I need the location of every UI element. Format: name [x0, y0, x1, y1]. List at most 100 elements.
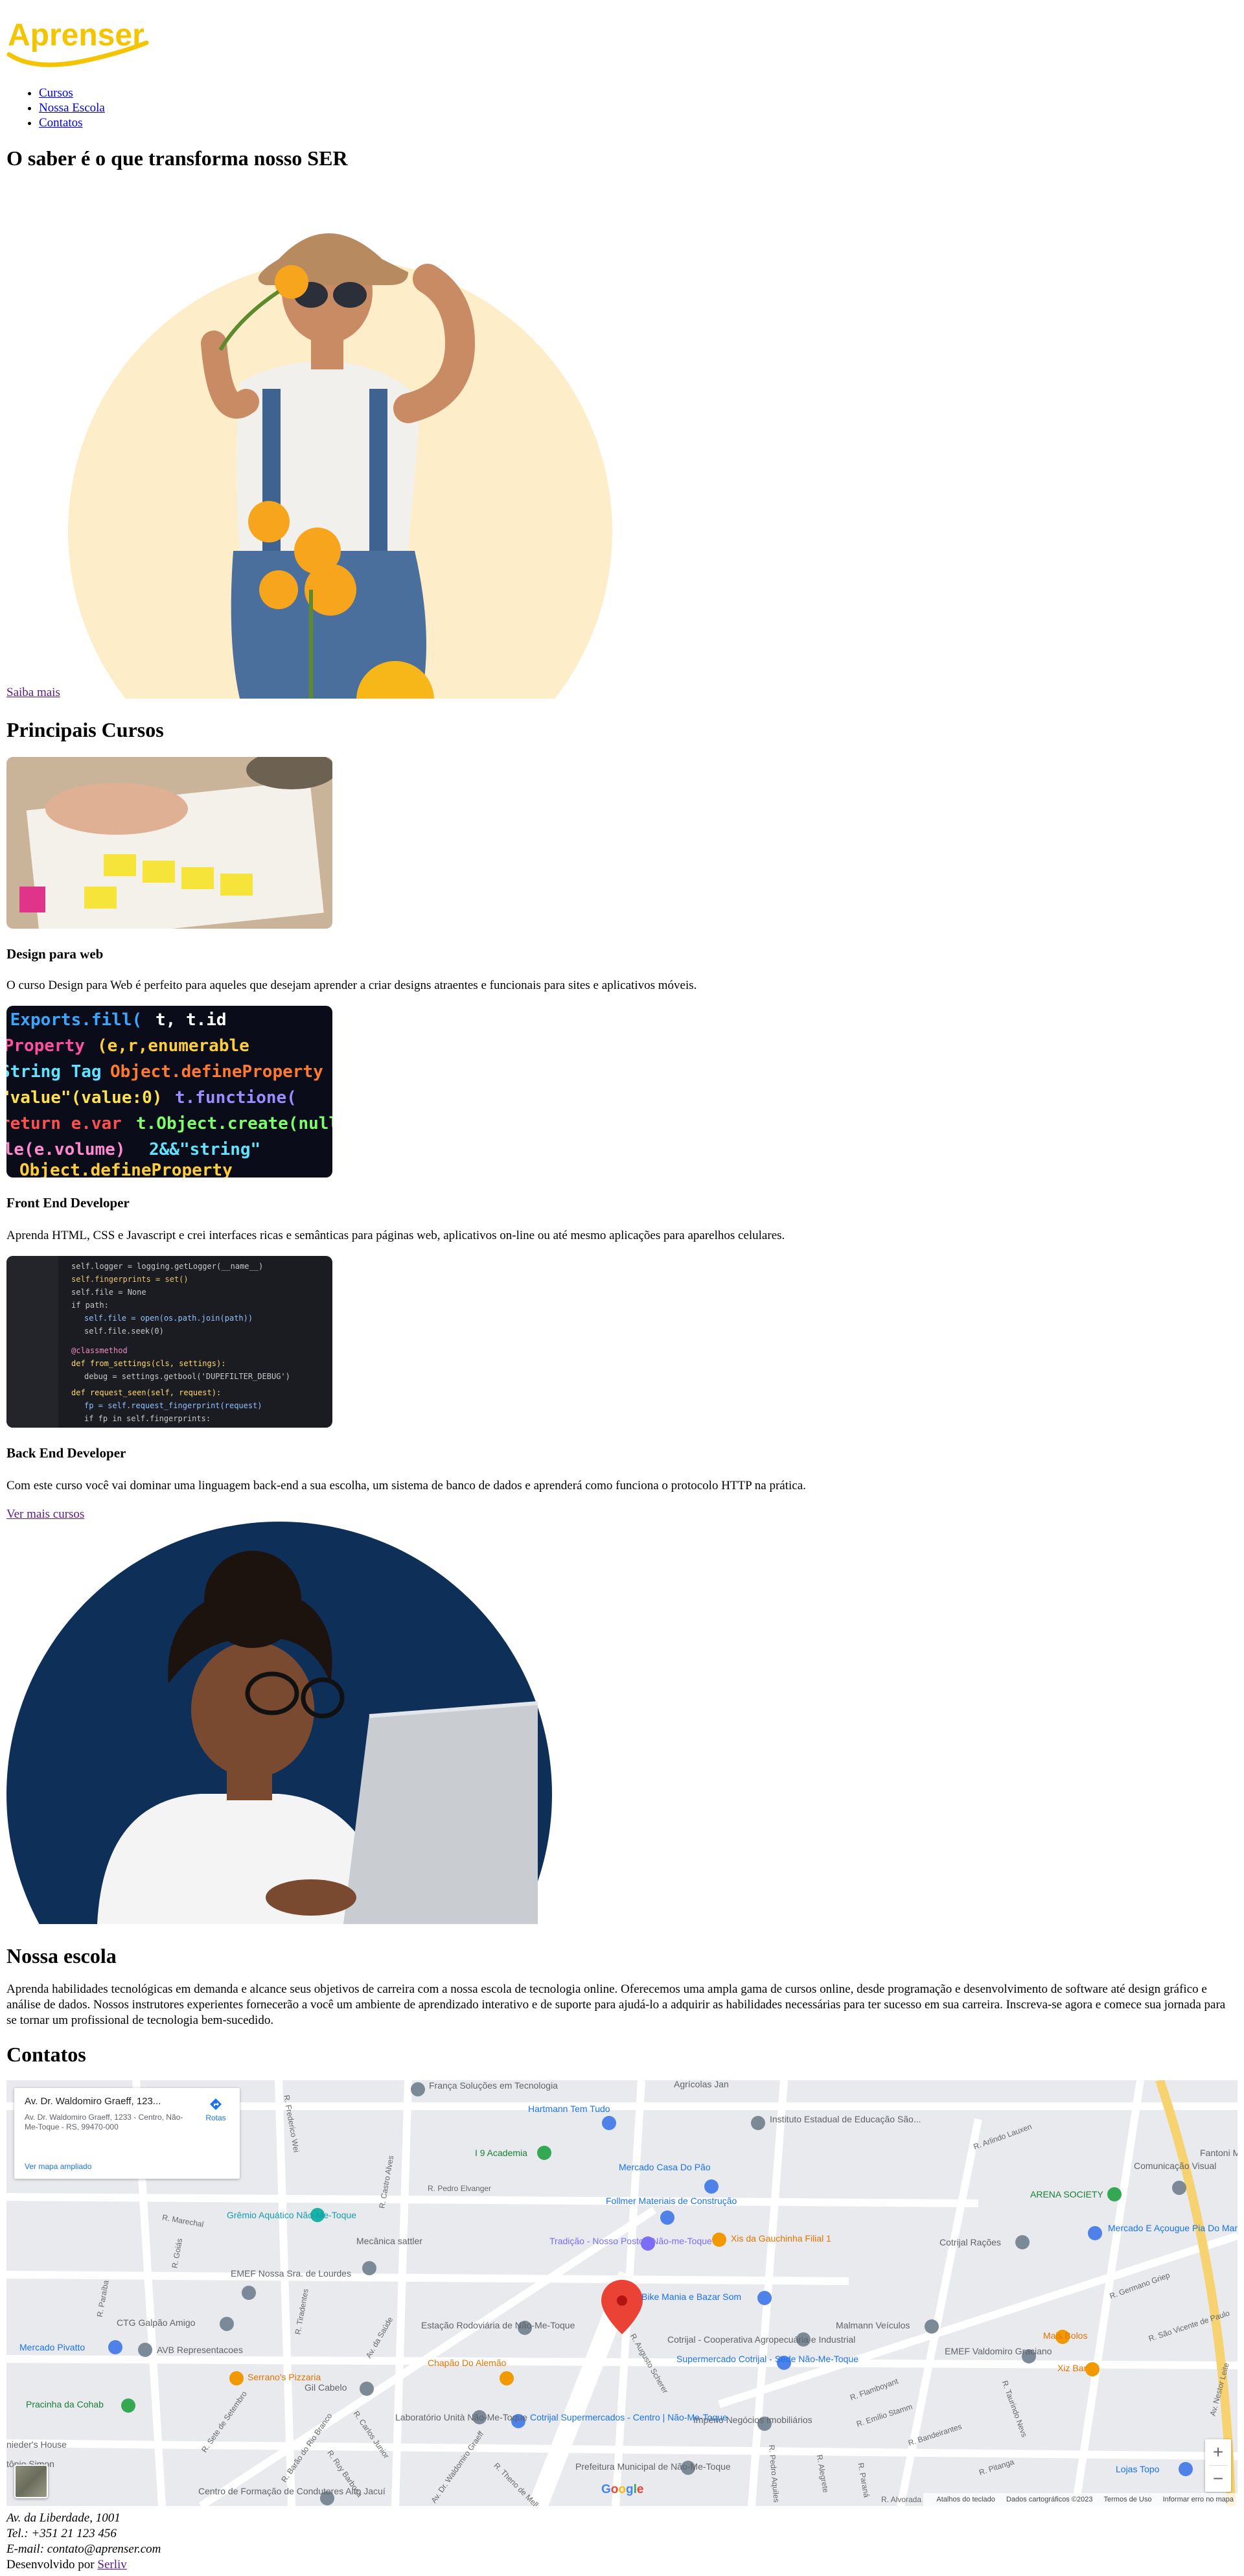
map-place-label[interactable]: Grêmio Aquático Não-Me-Toque: [227, 2210, 356, 2220]
map-place-label[interactable]: Instituto Estadual de Educação São...: [770, 2114, 921, 2124]
svg-text:ble(e.volume): ble(e.volume): [6, 1140, 126, 1159]
svg-text:self.logger = logging.getLogge: self.logger = logging.getLogger(__name__…: [71, 1262, 263, 1271]
map-place-label[interactable]: Cotrijal Rações: [939, 2237, 1001, 2247]
terms-link[interactable]: Termos de Uso: [1104, 2496, 1152, 2503]
developer-link[interactable]: Serliv: [97, 2558, 126, 2571]
map-place-label[interactable]: Supermercado Cotrijal - Sede Não-Me-Toqu…: [676, 2354, 858, 2364]
svg-text:"value"(value:0): "value"(value:0): [6, 1088, 162, 1108]
map-place-label[interactable]: Mecânica sattler: [356, 2236, 422, 2246]
map-place-label[interactable]: Fantoni Motormec: [1200, 2148, 1238, 2158]
map-place-label[interactable]: Comunicação Visual: [1134, 2161, 1216, 2171]
report-error-link[interactable]: Informar erro no mapa: [1163, 2496, 1234, 2503]
map-place-label[interactable]: Estação Rodoviária de Não-Me-Toque: [421, 2320, 575, 2330]
map-place-label[interactable]: Serrano's Pizzaria: [248, 2372, 321, 2382]
svg-text:.Exports.fill(: .Exports.fill(: [6, 1010, 142, 1030]
footer-credits: Desenvolvido por Serliv: [6, 2557, 161, 2573]
map-place-label[interactable]: Mais Bolos: [1043, 2330, 1087, 2341]
nav-link-cursos[interactable]: Cursos: [39, 86, 73, 100]
keyboard-shortcuts-link[interactable]: Atalhos do teclado: [936, 2496, 995, 2503]
map-place-label[interactable]: Follmer Materiais de Construção: [606, 2196, 737, 2206]
map-place-label[interactable]: Malmann Veículos: [836, 2320, 910, 2330]
map-place-label[interactable]: EMEF Nossa Sra. de Lourdes: [231, 2268, 351, 2279]
google-logo: Google: [601, 2483, 644, 2496]
map-place-label[interactable]: França Soluções em Tecnologia: [429, 2080, 558, 2091]
course-image-frontend: .Exports.fill( t, t.id eProperty (e,r,en…: [6, 1006, 332, 1178]
aprenser-logo[interactable]: Aprenser: [6, 14, 149, 71]
map-embed[interactable]: Agrícolas Jan França Soluções em Tecnolo…: [6, 2080, 1238, 2506]
directions-icon: [210, 2098, 222, 2110]
view-larger-map-link[interactable]: Ver mapa ampliado: [25, 2162, 91, 2171]
svg-text:fp = self.request_fingerprint(: fp = self.request_fingerprint(request): [84, 1401, 262, 1410]
map-place-label[interactable]: Gil Cabelo: [305, 2382, 347, 2393]
svg-text:eProperty: eProperty: [6, 1036, 85, 1056]
svg-text:Object.defineProperty: Object.defineProperty: [110, 1062, 323, 1082]
svg-text:self.file.seek(0): self.file.seek(0): [84, 1327, 164, 1336]
map-place-label[interactable]: Prefeitura Municipal de Não-Me-Toque: [575, 2461, 731, 2472]
site-footer: Av. da Liberdade, 1001 Tel.: +351 21 123…: [6, 2511, 161, 2573]
footer-email: E-mail: contato@aprenser.com: [6, 2542, 161, 2556]
course-description: Com este curso você vai dominar uma ling…: [6, 1479, 806, 1492]
map-place-label[interactable]: I 9 Academia: [475, 2148, 527, 2158]
svg-text:2&&"string": 2&&"string": [149, 1140, 260, 1159]
map-place-label[interactable]: Agrícolas Jan: [674, 2080, 729, 2089]
map-place-label[interactable]: Xiz Bar: [1057, 2363, 1087, 2373]
map-place-label[interactable]: Mercado Pivatto: [19, 2342, 85, 2352]
map-place-label[interactable]: Bike Mania e Bazar Som: [641, 2292, 741, 2302]
svg-text:if fp in self.fingerprints:: if fp in self.fingerprints:: [84, 1414, 211, 1423]
zoom-in-button[interactable]: +: [1205, 2439, 1231, 2465]
hero-illustration: [6, 188, 616, 699]
map-place-label[interactable]: Tradição - Nosso Posto - Não-me-Toque: [549, 2236, 712, 2246]
svg-text:Object.defineProperty: Object.defineProperty: [19, 1161, 233, 1178]
svg-text:if path:: if path:: [71, 1301, 109, 1310]
map-attribution: Atalhos do teclado Dados cartográficos ©…: [923, 2493, 1238, 2506]
nav-link-contatos[interactable]: Contatos: [39, 116, 83, 130]
svg-text:(e,r,enumerable: (e,r,enumerable: [97, 1036, 249, 1056]
map-place-label[interactable]: Pracinha da Cohab: [26, 2399, 104, 2409]
map-place-label[interactable]: Lojas Topo: [1116, 2464, 1159, 2474]
svg-text:t, t.id: t, t.id: [156, 1010, 227, 1030]
courses-title: Principais Cursos: [6, 718, 164, 741]
map-place-label[interactable]: Chapão Do Alemão: [428, 2358, 506, 2368]
course-image-design: [6, 757, 332, 929]
footer-phone: Tel.: +351 21 123 456: [6, 2527, 117, 2540]
map-place-label[interactable]: CTG Galpão Amigo: [117, 2317, 195, 2328]
map-place-label[interactable]: Cotrijal - Cooperativa Agropecuária e In…: [667, 2334, 855, 2345]
map-place-label[interactable]: Mercado Casa Do Pão: [619, 2162, 711, 2172]
map-place-label[interactable]: Hartmann Tem Tudo: [528, 2104, 610, 2114]
svg-text:def request_seen(self, request: def request_seen(self, request):: [71, 1388, 221, 1397]
map-place-label[interactable]: Laboratório Unità Não-Me-Toque: [395, 2412, 527, 2422]
svg-text:def from_settings(cls, setting: def from_settings(cls, settings):: [71, 1359, 225, 1368]
school-description: Aprenda habilidades tecnológicas em dema…: [6, 1982, 1226, 2027]
map-place-label[interactable]: Xis da Gauchinha Filial 1: [731, 2233, 831, 2244]
map-street-label: R. Alvorada: [881, 2495, 922, 2504]
directions-label: Rotas: [205, 2113, 226, 2122]
map-place-label[interactable]: ARENA SOCIETY: [1030, 2189, 1103, 2199]
contacts-title: Contatos: [6, 2043, 86, 2066]
zoom-out-button[interactable]: −: [1205, 2466, 1231, 2492]
svg-text:@classmethod: @classmethod: [71, 1346, 128, 1355]
map-place-label[interactable]: Mercado E Açougue Pia Do Mano: [1108, 2223, 1238, 2233]
course-name: Front End Developer: [6, 1195, 130, 1211]
svg-text:return e.var: return e.var: [6, 1114, 122, 1133]
map-data-label: Dados cartográficos ©2023: [1006, 2496, 1093, 2503]
school-title: Nossa escola: [6, 1944, 117, 1967]
ver-mais-cursos-link[interactable]: Ver mais cursos: [6, 1507, 84, 1522]
course-description: O curso Design para Web é perfeito para …: [6, 979, 697, 992]
svg-text:t.functione(: t.functione(: [175, 1088, 297, 1108]
svg-text:String Tag: String Tag: [6, 1062, 102, 1082]
map-place-label[interactable]: EMEF Valdomiro Graciano: [945, 2346, 1052, 2356]
map-place-label[interactable]: AVB Representacoes: [157, 2345, 243, 2355]
credits-prefix: Desenvolvido por: [6, 2558, 95, 2571]
zoom-controls: + −: [1205, 2439, 1231, 2492]
school-illustration: [6, 1522, 553, 1924]
nav-link-nossa-escola[interactable]: Nossa Escola: [39, 101, 105, 115]
map-street-label: R. Pedro Elvanger: [428, 2184, 492, 2193]
satellite-toggle[interactable]: [14, 2465, 48, 2498]
map-place-label[interactable]: nieder's House: [6, 2439, 67, 2450]
footer-address: Av. da Liberdade, 1001: [6, 2511, 121, 2525]
course-image-backend: self.logger = logging.getLogger(__name__…: [6, 1256, 332, 1428]
map-place-label[interactable]: Império Negócios Imobiliários: [693, 2415, 812, 2425]
map-place-address: Av. Dr. Waldomiro Graeff, 1233 - Centro,…: [25, 2113, 183, 2131]
directions-button[interactable]: Rotas: [200, 2097, 232, 2122]
saiba-mais-link[interactable]: Saiba mais: [6, 686, 60, 700]
